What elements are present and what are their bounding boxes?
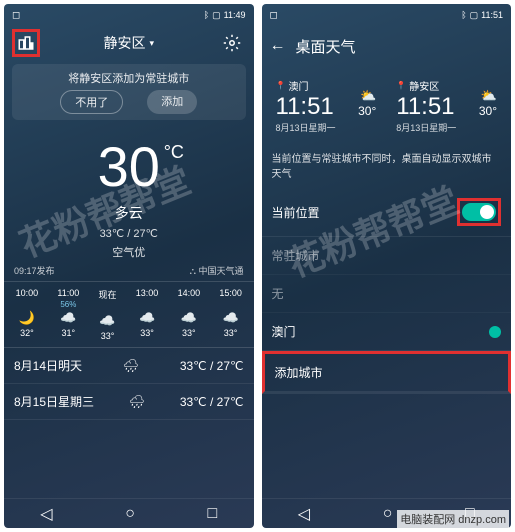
none-row[interactable]: 无 (262, 275, 512, 313)
app-header: 静安区 ▾ (4, 26, 254, 60)
location-title[interactable]: 静安区 ▾ (40, 33, 218, 53)
buildings-icon[interactable] (12, 29, 40, 57)
clock: 11:49 (224, 10, 246, 20)
hint-text: 当前位置与常驻城市不同时，桌面自动显示双城市天气 (262, 146, 512, 188)
status-bar: ◻ ᛒ ▢ 11:51 (262, 4, 512, 26)
air-quality: 空气优 (4, 244, 254, 260)
condition: 多云 (4, 203, 254, 223)
status-bar: ◻ ᛒ ▢ 11:49 (4, 4, 254, 26)
settings-header: ← 桌面天气 (262, 26, 512, 66)
bluetooth-icon: ᛒ (204, 10, 209, 20)
macau-row[interactable]: 澳门 (262, 313, 512, 351)
publish-time: 09:17发布 (14, 264, 55, 277)
notif-icon: ◻ (12, 10, 20, 21)
hour-item: 14:00☁️33° (178, 288, 201, 341)
clock: 11:51 (481, 10, 503, 20)
battery-icon: ▢ (212, 10, 221, 21)
hour-item: 13:00☁️33° (136, 288, 159, 341)
chevron-down-icon: ▾ (149, 38, 154, 49)
hour-item: 11:0056%☁️31° (57, 288, 79, 341)
hour-item: 15:00☁️33° (219, 288, 242, 341)
hour-item: 10:00🌙32° (16, 288, 39, 341)
back-icon[interactable]: ◁ (40, 504, 52, 524)
city-compare: 📍澳门11:518月13日星期一⛅30°📍静安区11:518月13日星期一⛅30… (262, 66, 512, 146)
day-row[interactable]: 8月14日明天🌧33℃ / 27℃ (4, 348, 254, 384)
recent-icon[interactable]: □ (208, 505, 218, 523)
battery-icon: ▢ (470, 10, 479, 21)
desktop-weather-settings: 花粉帮帮堂 ◻ ᛒ ▢ 11:51 ← 桌面天气 📍澳门11:518月13日星期… (262, 4, 512, 528)
page-title: 桌面天气 (296, 36, 356, 57)
banner-text: 将静安区添加为常驻城市 (18, 70, 240, 86)
add-button[interactable]: 添加 (147, 90, 197, 114)
weather-app-screen: 花粉帮帮堂 ◻ ᛒ ▢ 11:49 静安区 ▾ 将静安区添加为常驻城市 不用了 … (4, 4, 254, 528)
hour-item: 现在☁️33° (99, 288, 117, 341)
add-city-row[interactable]: 添加城市 (262, 351, 512, 394)
hourly-forecast[interactable]: 10:00🌙32° 11:0056%☁️31° 现在☁️33° 13:00☁️33° 1… (4, 281, 254, 347)
settings-icon[interactable] (218, 29, 246, 57)
back-icon[interactable]: ◁ (298, 504, 310, 524)
bluetooth-icon: ᛒ (461, 10, 466, 20)
current-temp: 30 (4, 134, 254, 199)
site-tag: 电脑装配网 dnzp.com (397, 510, 509, 528)
radio-selected-icon[interactable] (489, 326, 501, 338)
nav-bar: ◁ ○ □ (4, 498, 254, 528)
current-location-toggle[interactable] (462, 203, 496, 221)
home-icon[interactable]: ○ (383, 505, 393, 523)
notif-icon: ◻ (270, 10, 278, 21)
resident-city-row: 常驻城市 (262, 237, 512, 275)
city-card: 📍澳门11:518月13日星期一⛅30° (270, 74, 383, 138)
current-location-row[interactable]: 当前位置 (262, 188, 512, 237)
hi-lo-temp: 33℃ / 27℃ (4, 227, 254, 240)
back-arrow-icon[interactable]: ← (270, 37, 286, 55)
city-card: 📍静安区11:518月13日星期一⛅30° (390, 74, 503, 138)
add-city-banner: 将静安区添加为常驻城市 不用了 添加 (12, 64, 246, 120)
skip-button[interactable]: 不用了 (60, 90, 123, 114)
day-row[interactable]: 8月15日星期三🌧33℃ / 27℃ (4, 384, 254, 420)
daily-forecast: 8月14日明天🌧33℃ / 27℃8月15日星期三🌧33℃ / 27℃ (4, 347, 254, 420)
home-icon[interactable]: ○ (125, 505, 135, 523)
meta-row: 09:17发布 ⛬ 中国天气通 (4, 260, 254, 281)
data-source: ⛬ 中国天气通 (190, 264, 244, 277)
